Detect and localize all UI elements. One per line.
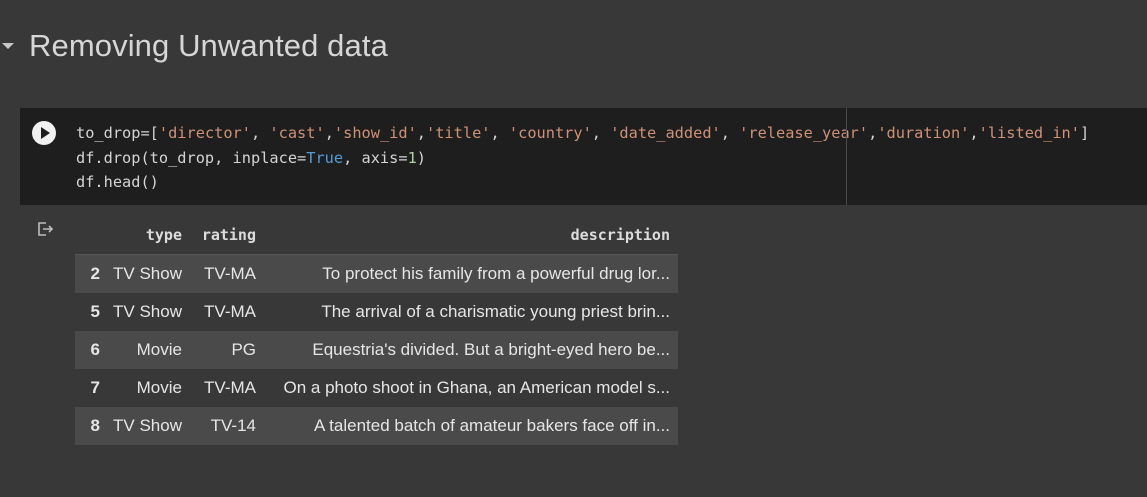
column-header: type (102, 215, 190, 255)
output-arrow-icon[interactable] (36, 220, 54, 238)
code-token: to_drop=[ (76, 124, 159, 142)
code-token: , (868, 124, 878, 142)
type-cell: TV Show (102, 407, 190, 445)
play-icon[interactable] (32, 121, 56, 145)
rating-cell: TV-MA (190, 254, 264, 293)
code-string: 'listed_in' (978, 124, 1080, 142)
code-cell[interactable]: to_drop=['director', 'cast','show_id','t… (20, 108, 1147, 205)
description-cell: On a photo shoot in Ghana, an American m… (264, 369, 678, 407)
code-keyword: True (306, 148, 344, 167)
table-row: 8 TV Show TV-14 A talented batch of amat… (75, 407, 678, 445)
rating-cell: TV-MA (190, 293, 264, 331)
description-cell: Equestria's divided. But a bright-eyed h… (264, 331, 678, 369)
code-token: , (490, 124, 509, 142)
description-cell: To protect his family from a powerful dr… (264, 254, 678, 293)
row-index: 5 (75, 293, 102, 331)
chevron-down-icon[interactable] (2, 43, 14, 49)
code-number: 1 (407, 148, 417, 167)
code-string: 'director' (158, 124, 251, 142)
table-row: 5 TV Show TV-MA The arrival of a charism… (75, 293, 678, 331)
row-index: 6 (75, 331, 102, 369)
code-editor[interactable]: to_drop=['director', 'cast','show_id','t… (76, 121, 1089, 195)
code-token: ] (1079, 124, 1090, 142)
code-token: ) (416, 148, 426, 167)
code-string: 'title' (426, 124, 491, 142)
code-token: df.drop(to_drop, inplace= (76, 148, 307, 167)
code-token: , axis= (343, 148, 408, 167)
code-token: , (251, 124, 270, 142)
code-token: df.head() (76, 173, 159, 191)
table-row: 7 Movie TV-MA On a photo shoot in Ghana,… (75, 369, 678, 407)
index-header (75, 215, 102, 255)
code-string: 'cast' (269, 124, 325, 142)
table-header-row: type rating description (75, 215, 678, 255)
type-cell: TV Show (102, 293, 190, 331)
code-string: 'show_id' (333, 124, 417, 142)
code-token: , (969, 124, 979, 142)
notebook-page: Removing Unwanted data to_drop=['directo… (0, 0, 1147, 497)
rating-cell: PG (190, 331, 264, 369)
code-token: , (324, 124, 334, 142)
code-string: 'duration' (877, 124, 970, 142)
column-header: description (264, 215, 678, 255)
code-string: 'country' (508, 124, 592, 142)
description-cell: The arrival of a charismatic young pries… (264, 293, 678, 331)
code-string: 'date_added' (610, 124, 721, 142)
type-cell: TV Show (102, 254, 190, 293)
table-row: 6 Movie PG Equestria's divided. But a br… (75, 331, 678, 369)
section-title: Removing Unwanted data (29, 28, 388, 63)
rating-cell: TV-MA (190, 369, 264, 407)
editor-ruler (846, 108, 847, 205)
dataframe-output: type rating description 2 TV Show TV-MA … (75, 215, 678, 445)
rating-cell: TV-14 (190, 407, 264, 445)
table-row: 2 TV Show TV-MA To protect his family fr… (75, 254, 678, 293)
description-cell: A talented batch of amateur bakers face … (264, 407, 678, 445)
section-heading-row: Removing Unwanted data (0, 22, 388, 70)
column-header: rating (190, 215, 264, 255)
code-token: , (720, 124, 740, 142)
row-index: 8 (75, 407, 102, 445)
row-index: 7 (75, 369, 102, 407)
code-string: 'release_year' (739, 124, 869, 142)
code-token: , (591, 124, 611, 142)
type-cell: Movie (102, 331, 190, 369)
type-cell: Movie (102, 369, 190, 407)
code-token: , (416, 124, 427, 142)
row-index: 2 (75, 254, 102, 293)
